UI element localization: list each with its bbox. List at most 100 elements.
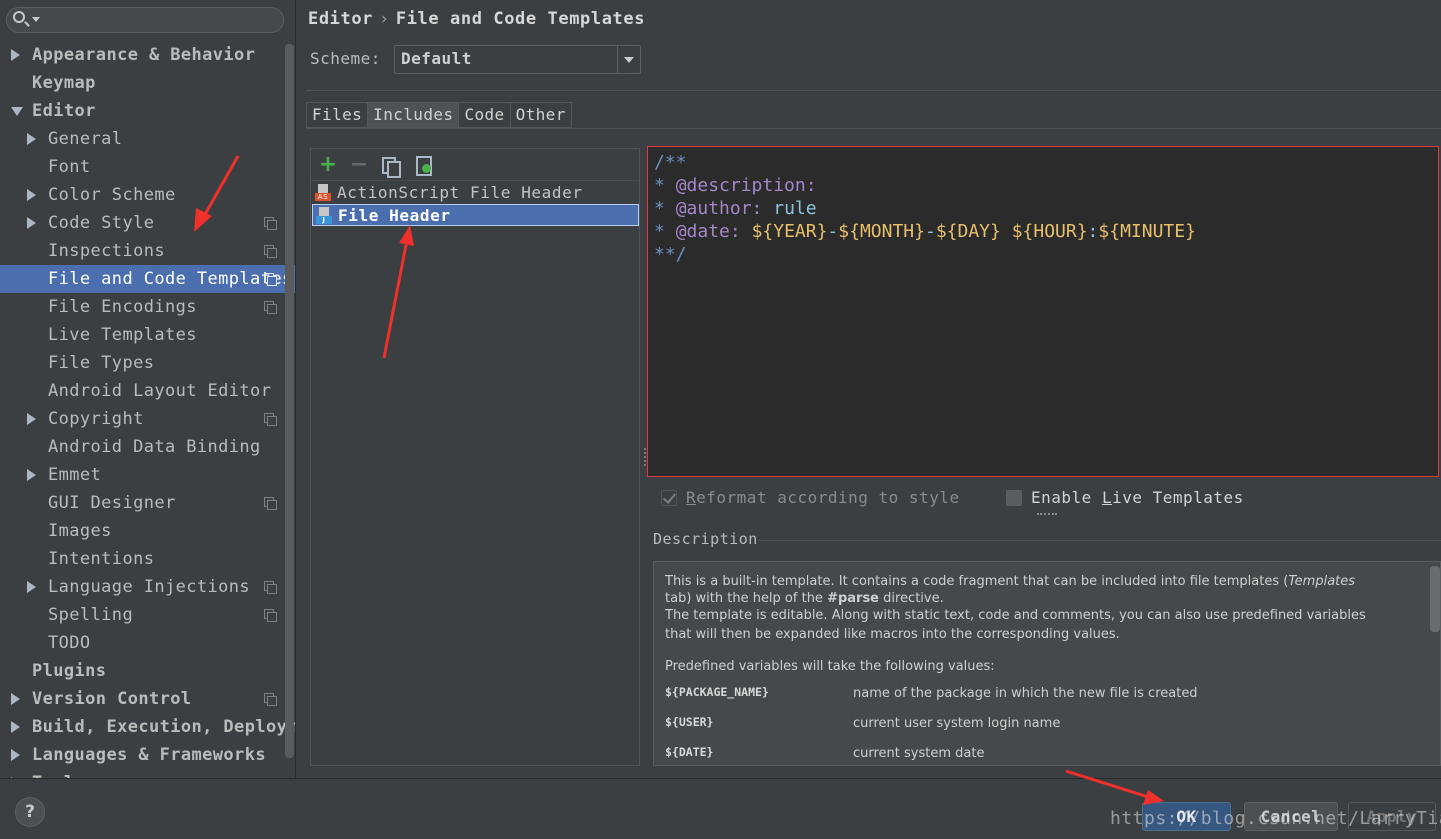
sidebar-item-label: General (48, 129, 123, 149)
tab-includes[interactable]: Includes (368, 103, 460, 127)
sidebar-item-live-templates[interactable]: Live Templates (0, 321, 295, 349)
scheme-label: Scheme: (310, 49, 381, 68)
tab-other[interactable]: Other (510, 103, 571, 127)
description-text: that will then be expanded like macros i… (665, 627, 1120, 642)
tab-files[interactable]: Files (307, 103, 369, 127)
collapsed-arrow-icon[interactable] (27, 217, 36, 229)
collapsed-arrow-icon[interactable] (27, 133, 36, 145)
sidebar-item-language-injections[interactable]: Language Injections (0, 573, 295, 601)
collapsed-arrow-icon[interactable] (27, 581, 36, 593)
breadcrumb-editor[interactable]: Editor (308, 9, 373, 29)
settings-sidebar: Appearance & Behavior Keymap Editor General… (0, 0, 296, 778)
sidebar-item-label: Images (48, 521, 112, 541)
collapsed-arrow-icon[interactable] (11, 721, 20, 733)
sidebar-item-version-control[interactable]: Version Control (0, 685, 295, 713)
template-code-editor[interactable]: /** * @description: * @author: rule * @d… (647, 146, 1439, 477)
collapsed-arrow-icon[interactable] (11, 693, 20, 705)
sidebar-item-label: Spelling (48, 605, 134, 625)
sidebar-item-label: Tools (32, 769, 85, 778)
sidebar-item-emmet[interactable]: Emmet (0, 461, 295, 489)
add-template-button[interactable]: + (317, 154, 339, 176)
variable-name: ${USER} (665, 715, 714, 729)
variable-name: ${DATE} (665, 745, 714, 759)
project-settings-icon (264, 217, 277, 230)
remove-template-button[interactable]: − (348, 154, 370, 176)
description-scrollbar[interactable] (1430, 566, 1440, 632)
sidebar-item-gui-designer[interactable]: GUI Designer (0, 489, 295, 517)
copy-template-icon[interactable] (379, 154, 401, 178)
description-text: The template is editable. Along with sta… (665, 608, 1366, 623)
code-line-4: * @date: ${YEAR}-${MONTH}-${DAY} ${HOUR}… (654, 221, 1196, 242)
collapsed-arrow-icon[interactable] (11, 749, 20, 761)
project-settings-icon (264, 413, 277, 426)
description-panel: This is a built-in template. It contains… (653, 561, 1441, 766)
sidebar-item-copyright[interactable]: Copyright (0, 405, 295, 433)
sidebar-item-label: Emmet (48, 465, 102, 485)
tab-code[interactable]: Code (459, 103, 511, 127)
collapsed-arrow-icon[interactable] (11, 49, 20, 61)
sidebar-item-file-types[interactable]: File Types (0, 349, 295, 377)
variable-description: name of the package in which the new fil… (853, 686, 1198, 701)
template-item-actionscript-file-header[interactable]: AS ActionScript File Header (312, 182, 639, 204)
sidebar-item-android-data-binding[interactable]: Android Data Binding (0, 433, 295, 461)
sidebar-item-label: Intentions (48, 549, 155, 569)
breadcrumb: Editor › File and Code Templates (308, 9, 645, 29)
collapsed-arrow-icon[interactable] (27, 189, 36, 201)
project-settings-icon (264, 497, 277, 510)
sidebar-item-font[interactable]: Font (0, 153, 295, 181)
sidebar-item-label: Appearance & Behavior (32, 45, 256, 65)
template-item-label: File Header (338, 206, 451, 225)
sidebar-item-tools[interactable]: Tools (0, 769, 295, 778)
sidebar-item-general[interactable]: General (0, 125, 295, 153)
settings-search-input[interactable] (6, 7, 284, 33)
sidebar-item-intentions[interactable]: Intentions (0, 545, 295, 573)
sidebar-item-label: Editor (32, 101, 96, 121)
settings-tree: Appearance & Behavior Keymap Editor General… (0, 41, 295, 778)
sidebar-item-file-encodings[interactable]: File Encodings (0, 293, 295, 321)
code-line-2: * @description: (654, 175, 817, 196)
sidebar-item-appearance-behavior[interactable]: Appearance & Behavior (0, 41, 295, 69)
chevron-down-icon[interactable] (617, 46, 640, 73)
sidebar-scrollbar[interactable] (285, 44, 294, 758)
search-options-dropdown-icon[interactable] (32, 17, 40, 22)
project-settings-icon (264, 273, 277, 286)
sidebar-item-color-scheme[interactable]: Color Scheme (0, 181, 295, 209)
reset-to-default-icon[interactable] (413, 154, 435, 176)
sidebar-item-label: Keymap (32, 73, 96, 93)
sidebar-item-code-style[interactable]: Code Style (0, 209, 295, 237)
sidebar-item-plugins[interactable]: Plugins (0, 657, 295, 685)
sidebar-item-editor[interactable]: Editor (0, 97, 295, 125)
sidebar-item-file-and-code-templates[interactable]: File and Code Templates (0, 265, 295, 293)
sidebar-item-android-layout-editor[interactable]: Android Layout Editor (0, 377, 295, 405)
sidebar-item-keymap[interactable]: Keymap (0, 69, 295, 97)
collapsed-arrow-icon[interactable] (27, 413, 36, 425)
sidebar-item-inspections[interactable]: Inspections (0, 237, 295, 265)
sidebar-item-languages-frameworks[interactable]: Languages & Frameworks (0, 741, 295, 769)
expanded-arrow-icon[interactable] (11, 107, 23, 116)
sidebar-item-label: Android Layout Editor (48, 381, 272, 401)
variable-description: current system date (853, 746, 985, 761)
splitter-handle[interactable] (644, 448, 646, 466)
template-item-file-header[interactable]: J File Header (312, 204, 639, 226)
sidebar-item-label: Color Scheme (48, 185, 176, 205)
sidebar-item-label: Copyright (48, 409, 144, 429)
sidebar-item-build-execution-deployment[interactable]: Build, Execution, Deployment (0, 713, 295, 741)
breadcrumb-separator: › (379, 9, 390, 29)
code-line-3: * @author: rule (654, 198, 817, 219)
sidebar-item-todo[interactable]: TODO (0, 629, 295, 657)
checkbox-checked-icon[interactable] (661, 490, 677, 506)
template-list-toolbar: + − (311, 149, 639, 181)
help-button[interactable]: ? (15, 797, 45, 827)
sidebar-item-label: Version Control (32, 689, 192, 709)
sidebar-item-spelling[interactable]: Spelling (0, 601, 295, 629)
divider (306, 90, 1441, 91)
scheme-select[interactable]: Default (394, 45, 641, 74)
sidebar-item-label: File Types (48, 353, 155, 373)
sidebar-item-images[interactable]: Images (0, 517, 295, 545)
splitter-handle[interactable] (1037, 513, 1057, 517)
sidebar-item-label: TODO (48, 633, 91, 653)
collapsed-arrow-icon[interactable] (27, 469, 36, 481)
checkbox-unchecked-icon[interactable] (1006, 490, 1022, 506)
project-settings-icon (264, 581, 277, 594)
sidebar-item-label: Code Style (48, 213, 155, 233)
